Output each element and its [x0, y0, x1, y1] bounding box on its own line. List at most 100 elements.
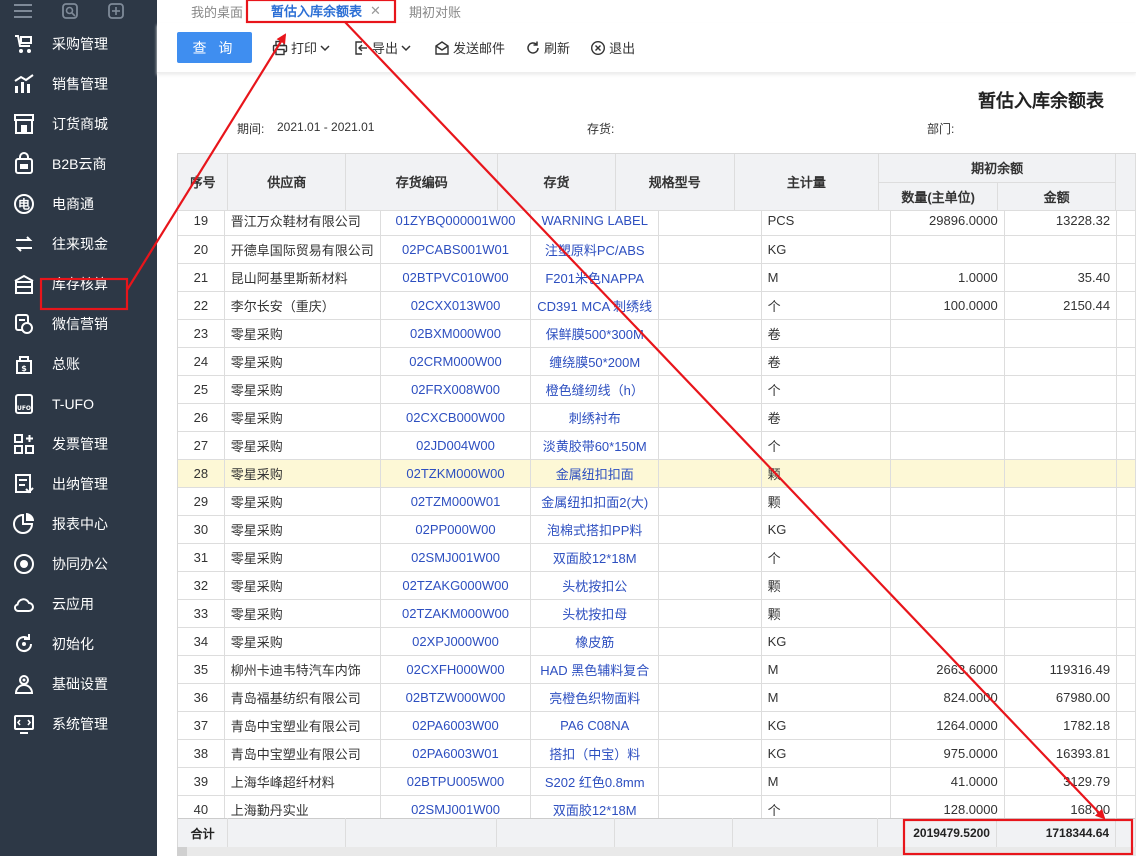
cell-code[interactable]: 02PCABS001W01 [380, 235, 532, 264]
table-row[interactable]: 40 上海勤丹实业 02SMJ001W00 双面胶12*18M 个 128.0000 168… [178, 795, 1136, 818]
cell-item[interactable]: HAD 黑色辅料复合 [530, 655, 660, 684]
query-button[interactable]: 查 询 [177, 32, 252, 63]
table-row[interactable]: 32 零星采购 02TZAKG000W00 头枕按扣公 颗 [178, 571, 1136, 600]
cell-code[interactable]: 02PP000W00 [380, 515, 532, 544]
cell-item[interactable]: 头枕按扣公 [530, 571, 660, 600]
refresh-button[interactable]: 刷新 [525, 38, 570, 57]
sidebar-item-invoice[interactable]: 发票管理 [0, 424, 157, 464]
cell-item[interactable]: F201米色NAPPA [530, 263, 660, 292]
cell-item[interactable]: 淡黄胶带60*150M [530, 431, 660, 460]
cell-code[interactable]: 02PA6003W01 [380, 739, 532, 768]
table-row[interactable]: 25 零星采购 02FRX008W00 橙色缝纫线（h） 个 [178, 375, 1136, 404]
cell-code[interactable]: 02BTZW000W00 [380, 683, 532, 712]
cell-item[interactable]: CD391 MCA 刺绣线 [530, 291, 660, 320]
table-row[interactable]: 31 零星采购 02SMJ001W00 双面胶12*18M 个 [178, 543, 1136, 572]
scrollbar-thumb[interactable] [177, 847, 187, 856]
table-row[interactable]: 26 零星采购 02CXCB000W00 刺绣衬布 卷 [178, 403, 1136, 432]
print-button[interactable]: 打印 [272, 38, 333, 57]
cell-code[interactable]: 02CXFH000W00 [380, 655, 532, 684]
sidebar-item-system[interactable]: 系统管理 [0, 704, 157, 744]
table-row[interactable]: 24 零星采购 02CRM000W00 缠绕膜50*200M 卷 [178, 347, 1136, 376]
table-body-scroll[interactable]: 19 晋江万众鞋材有限公司 01ZYBQ000001W00 WARNING LABEL… [178, 210, 1136, 818]
cell-code[interactable]: 02CXCB000W00 [380, 403, 532, 432]
cell-item[interactable]: 注塑原料PC/ABS [530, 235, 660, 264]
cell-code[interactable]: 02TZKM000W00 [380, 459, 532, 488]
table-row[interactable]: 19 晋江万众鞋材有限公司 01ZYBQ000001W00 WARNING LABEL… [178, 210, 1136, 236]
cell-item[interactable]: 双面胶12*18M [530, 543, 660, 572]
sidebar-item-wechat[interactable]: 微信营销 [0, 304, 157, 344]
col-code[interactable]: 存货编码 [345, 154, 499, 211]
cell-code[interactable]: 02BXM000W00 [380, 319, 532, 348]
cell-code[interactable]: 02SMJ001W00 [380, 795, 532, 818]
tab-opening-reconcile[interactable]: 期初对账 [395, 0, 475, 23]
col-spec[interactable]: 规格型号 [615, 154, 735, 211]
cell-item[interactable]: 泡棉式搭扣PP料 [530, 515, 660, 544]
cell-item[interactable]: 金属纽扣扣面2(大) [530, 487, 660, 516]
menu-toggle-icon[interactable] [13, 3, 33, 22]
table-row[interactable]: 28 零星采购 02TZKM000W00 金属纽扣扣面 颗 [178, 459, 1136, 488]
table-row[interactable]: 23 零星采购 02BXM000W00 保鲜膜500*300M 卷 [178, 319, 1136, 348]
sidebar-item-ledger[interactable]: $ 总账 [0, 344, 157, 384]
sidebar-item-cart[interactable]: 采购管理 [0, 24, 157, 64]
table-row[interactable]: 29 零星采购 02TZM000W01 金属纽扣扣面2(大) 颗 [178, 487, 1136, 516]
sidebar-item-warehouse[interactable]: 库存核算 [0, 264, 157, 304]
cell-code[interactable]: 02FRX008W00 [380, 375, 532, 404]
cell-item[interactable]: 头枕按扣母 [530, 599, 660, 628]
cell-code[interactable]: 02CXX013W00 [380, 291, 532, 320]
col-unit[interactable]: 主计量 [734, 154, 880, 211]
col-qty[interactable]: 数量(主单位) [878, 182, 999, 211]
sidebar-item-transfer[interactable]: 往来现金 [0, 224, 157, 264]
exit-button[interactable]: 退出 [590, 38, 635, 57]
sidebar-item-settings[interactable]: 基础设置 [0, 664, 157, 704]
table-row[interactable]: 37 青岛中宝塑业有限公司 02PA6003W00 PA6 C08NA KG 1264.0… [178, 711, 1136, 740]
sidebar-item-bag[interactable]: B2B云商 [0, 144, 157, 184]
add-icon[interactable] [107, 2, 125, 23]
send-mail-button[interactable]: 发送邮件 [434, 38, 505, 57]
cell-item[interactable]: 保鲜膜500*300M [530, 319, 660, 348]
sidebar-item-ufo[interactable]: UFO T-UFO [0, 384, 157, 424]
table-row[interactable]: 34 零星采购 02XPJ000W00 橡皮筋 KG [178, 627, 1136, 656]
cell-code[interactable]: 02TZM000W01 [380, 487, 532, 516]
table-row[interactable]: 21 昆山阿基里斯新材料 02BTPVC010W00 F201米色NAPPA M 1.00… [178, 263, 1136, 292]
cell-item[interactable]: 双面胶12*18M [530, 795, 660, 818]
table-row[interactable]: 39 上海华峰超纤材料 02BTPU005W00 S202 红色0.8mm M 41.00… [178, 767, 1136, 796]
table-row[interactable]: 22 李尔长安（重庆） 02CXX013W00 CD391 MCA 刺绣线 个 100.0… [178, 291, 1136, 320]
col-seq[interactable]: 序号 [178, 154, 229, 211]
table-row[interactable]: 33 零星采购 02TZAKM000W00 头枕按扣母 颗 [178, 599, 1136, 628]
cell-item[interactable]: 刺绣衬布 [530, 403, 660, 432]
sidebar-item-cloud[interactable]: 云应用 [0, 584, 157, 624]
sidebar-item-chart[interactable]: 销售管理 [0, 64, 157, 104]
search-icon[interactable] [61, 2, 79, 23]
cell-item[interactable]: 搭扣（中宝）料 [530, 739, 660, 768]
export-button[interactable]: 导出 [353, 38, 414, 57]
cell-code[interactable]: 02TZAKM000W00 [380, 599, 532, 628]
cell-item[interactable]: 橡皮筋 [530, 627, 660, 656]
close-icon[interactable]: ✕ [370, 3, 381, 19]
cell-item[interactable]: 金属纽扣扣面 [530, 459, 660, 488]
horizontal-scrollbar[interactable] [177, 847, 1136, 856]
sidebar-item-pie-chart[interactable]: 报表中心 [0, 504, 157, 544]
sidebar-item-collab[interactable]: 协同办公 [0, 544, 157, 584]
sidebar-item-store[interactable]: 订货商城 [0, 104, 157, 144]
cell-code[interactable]: 02SMJ001W00 [380, 543, 532, 572]
cell-code[interactable]: 02PA6003W00 [380, 711, 532, 740]
col-supplier[interactable]: 供应商 [227, 154, 347, 211]
cell-code[interactable]: 02CRM000W00 [380, 347, 532, 376]
tab-my-desktop[interactable]: 我的桌面 [177, 0, 257, 23]
table-row[interactable]: 20 开德阜国际贸易有限公司 02PCABS001W01 注塑原料PC/ABS KG [178, 235, 1136, 264]
sidebar-item-init[interactable]: 初始化 [0, 624, 157, 664]
table-row[interactable]: 36 青岛福基纺织有限公司 02BTZW000W00 亮橙色织物面料 M 824.0000… [178, 683, 1136, 712]
cell-code[interactable]: 02JD004W00 [380, 431, 532, 460]
sidebar-item-ecommerce[interactable]: 电 电商通 [0, 184, 157, 224]
table-row[interactable]: 27 零星采购 02JD004W00 淡黄胶带60*150M 个 [178, 431, 1136, 460]
col-item[interactable]: 存货 [497, 154, 616, 211]
cell-code[interactable]: 02TZAKG000W00 [380, 571, 532, 600]
table-row[interactable]: 35 柳州卡迪韦特汽车内饰 02CXFH000W00 HAD 黑色辅料复合 M 2663.… [178, 655, 1136, 684]
cell-item[interactable]: S202 红色0.8mm [530, 767, 660, 796]
cell-item[interactable]: WARNING LABEL [530, 210, 660, 236]
table-row[interactable]: 30 零星采购 02PP000W00 泡棉式搭扣PP料 KG [178, 515, 1136, 544]
cell-code[interactable]: 01ZYBQ000001W00 [380, 210, 532, 236]
cell-item[interactable]: 亮橙色织物面料 [530, 683, 660, 712]
cell-item[interactable]: 缠绕膜50*200M [530, 347, 660, 376]
cell-code[interactable]: 02BTPU005W00 [380, 767, 532, 796]
